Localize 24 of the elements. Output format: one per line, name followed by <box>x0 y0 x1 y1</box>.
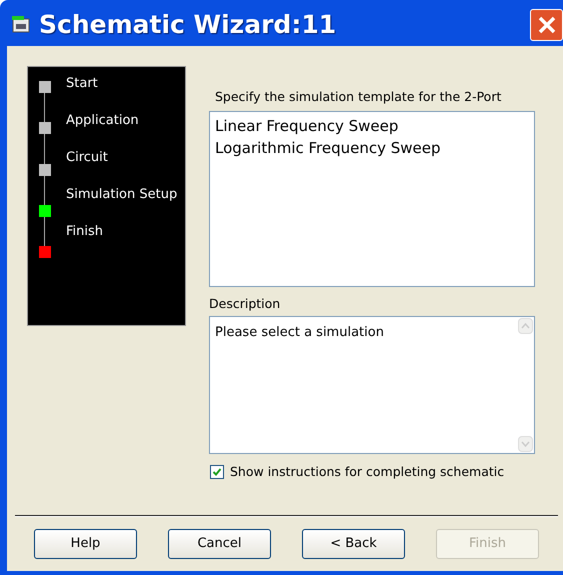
description-box[interactable]: Please select a simulation <box>209 316 535 454</box>
description-text: Please select a simulation <box>214 324 385 342</box>
checkbox-label: Show instructions for completing schematic <box>230 462 504 481</box>
close-button[interactable] <box>530 9 563 41</box>
template-list[interactable]: Linear Frequency Sweep Logarithmic Frequency Sweep <box>209 110 535 287</box>
window-title: Schematic Wizard:11 <box>39 9 336 42</box>
dialog-button[interactable]: Cancel <box>168 529 271 559</box>
step-label: Start <box>66 75 98 93</box>
step-label: Circuit <box>66 149 108 167</box>
template-item[interactable]: Logarithmic Frequency Sweep <box>215 136 529 159</box>
scrollbar[interactable] <box>517 316 534 452</box>
dialog-button[interactable]: < Back <box>302 529 405 559</box>
app-icon <box>11 15 31 35</box>
step-label: Finish <box>66 223 104 241</box>
scroll-down-icon <box>521 440 530 446</box>
template-item[interactable]: Linear Frequency Sweep <box>215 114 529 137</box>
description-label: Description <box>209 294 282 313</box>
close-icon <box>536 15 556 35</box>
scroll-up-icon <box>521 322 530 328</box>
step-label: Application <box>66 112 139 130</box>
template-label: Specify the simulation template for the 2-Port <box>215 88 502 106</box>
step-label: Simulation Setup <box>66 186 178 204</box>
dialog-button[interactable]: Help <box>34 529 137 559</box>
checkbox[interactable] <box>210 464 224 479</box>
